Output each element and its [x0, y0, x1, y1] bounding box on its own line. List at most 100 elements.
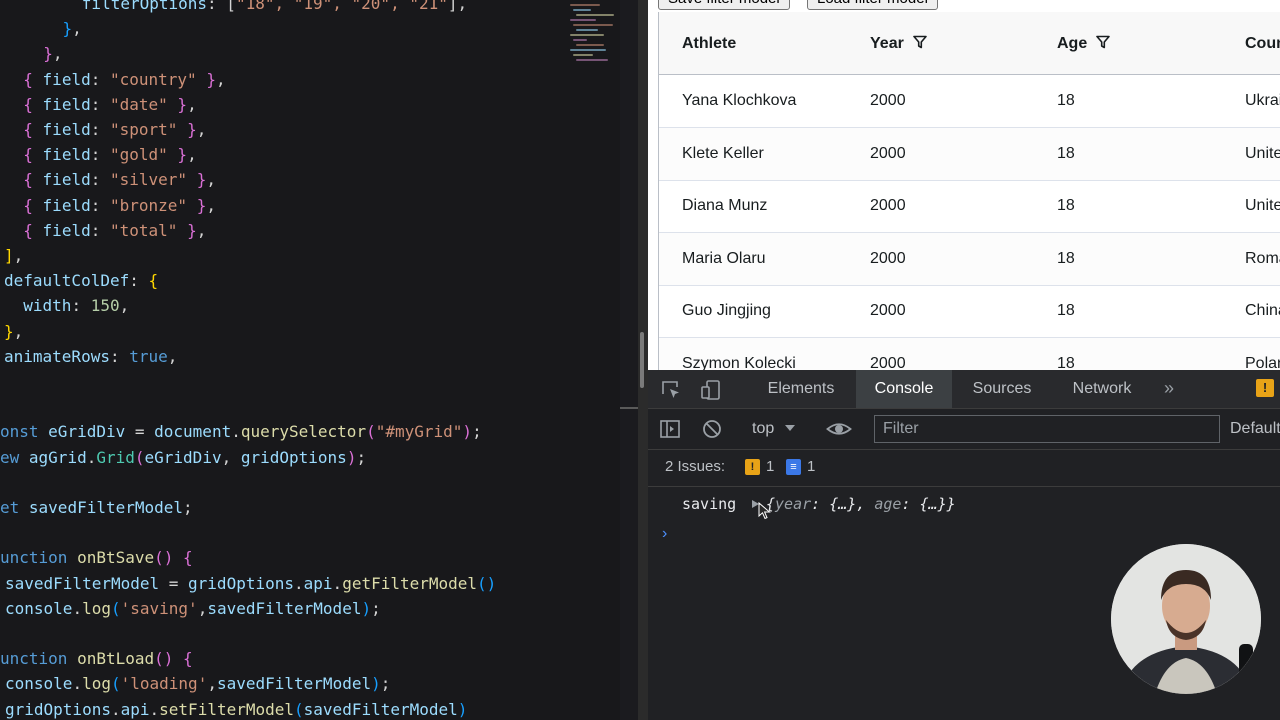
table-row[interactable]: Diana Munz 2000 18 United States [659, 180, 1280, 233]
code-line[interactable]: }, [24, 16, 82, 41]
code-token: "sport" [109, 120, 178, 139]
save-filter-model-button[interactable]: Save filter model [658, 0, 790, 10]
minimap[interactable] [566, 0, 620, 64]
code-line[interactable]: { field: "country" }, [4, 67, 225, 92]
filter-icon[interactable] [1096, 35, 1111, 49]
table-cell: 2000 [870, 197, 906, 214]
code-token: , [207, 674, 217, 694]
code-line[interactable]: ew agGrid.Grid(eGridDiv, gridOptions); [0, 445, 366, 470]
code-token: api [120, 699, 150, 719]
code-line[interactable]: { field: "silver" }, [4, 167, 216, 192]
console-toolbar: top Filter Default levels [648, 409, 1280, 450]
code-token: ( [134, 447, 145, 467]
code-token: savedFilterModel [216, 674, 372, 694]
issues-bar[interactable]: 2 Issues: ! 1 ≡ 1 [648, 450, 1280, 487]
code-line[interactable]: console.log('loading',savedFilterModel); [5, 671, 390, 696]
table-cell: Szymon Kolecki [682, 354, 796, 371]
header-label: Country [1245, 35, 1280, 52]
table-row[interactable]: Maria Olaru 2000 18 Romania [659, 232, 1280, 286]
more-tabs-icon[interactable]: » [1164, 370, 1174, 408]
code-line[interactable]: savedFilterModel = gridOptions.api.getFi… [5, 571, 496, 596]
code-token: field [42, 94, 91, 114]
code-line[interactable]: { field: "date" }, [4, 92, 196, 117]
presenter-avatar [1111, 544, 1261, 694]
code-token: "gold" [109, 145, 168, 165]
header-country[interactable]: Country [1245, 12, 1280, 74]
code-token: = [125, 422, 155, 442]
code-line[interactable]: { field: "sport" }, [4, 117, 206, 142]
header-athlete[interactable]: Athlete [682, 12, 736, 74]
console-log-entry: saving {year: {…}, age: {…}} [648, 487, 1280, 521]
code-line[interactable]: onst eGridDiv = document.querySelector("… [0, 419, 482, 444]
code-token: savedFilterModel [303, 699, 458, 719]
prompt-chevron-icon: › [662, 525, 668, 542]
warning-icon[interactable]: ! [1256, 379, 1274, 397]
code-line[interactable]: unction onBtLoad() { [0, 646, 193, 671]
info-issue-icon: ≡ [786, 459, 801, 475]
code-token: } [187, 220, 197, 240]
sidebar-toggle-icon[interactable] [659, 418, 681, 440]
clear-console-icon[interactable] [701, 418, 723, 440]
code-line[interactable]: console.log('saving',savedFilterModel); [5, 596, 381, 621]
code-line[interactable]: { field: "bronze" }, [4, 193, 216, 218]
code-line[interactable]: width: 150, [4, 293, 129, 318]
code-token: . [294, 573, 304, 593]
table-row[interactable]: Szymon Kolecki 2000 18 Poland [659, 337, 1280, 371]
table-row[interactable]: Guo Jingjing 2000 18 China [659, 285, 1280, 338]
code-token: () [154, 548, 184, 568]
code-token: ], [447, 0, 468, 13]
filter-icon[interactable] [913, 35, 927, 49]
code-token: { [23, 145, 33, 165]
code-token: log [82, 598, 111, 618]
table-cell: 2000 [870, 249, 906, 267]
code-line[interactable]: gridOptions.api.setFilterModel(savedFilt… [5, 697, 467, 720]
table-cell: Diana Munz [682, 197, 768, 214]
load-filter-model-button[interactable]: Load filter model [807, 0, 938, 10]
tab-console[interactable]: Console [856, 370, 952, 408]
table-row[interactable]: Yana Klochkova 2000 18 Ukraine [659, 75, 1280, 128]
code-line[interactable]: }, [4, 319, 23, 344]
code-token: , [72, 19, 82, 39]
code-token: width [23, 296, 72, 316]
code-token: : [90, 170, 110, 190]
header-age[interactable]: Age [1057, 12, 1111, 74]
code-line[interactable]: defaultColDef: { [4, 268, 158, 293]
code-token: log [82, 674, 111, 694]
editor-scrollbar[interactable] [620, 0, 638, 720]
device-toolbar-icon[interactable] [700, 379, 722, 401]
code-token: } [177, 145, 188, 165]
code-editor[interactable]: filterOptions: ["18", "19", "20", "21"],… [0, 0, 640, 720]
table-cell: 2000 [870, 302, 906, 319]
code-line[interactable]: ], [4, 243, 23, 268]
code-line[interactable]: { field: "gold" }, [4, 142, 196, 167]
code-line[interactable]: filterOptions: ["18", "19", "20", "21"], [24, 0, 467, 16]
live-expression-eye-icon[interactable] [826, 418, 852, 440]
log-object-preview[interactable]: {year: {…}, age: {…}} [766, 487, 956, 521]
tab-elements[interactable]: Elements [750, 370, 852, 408]
console-filter-input[interactable]: Filter [874, 415, 1220, 443]
code-line[interactable]: animateRows: true, [4, 344, 177, 369]
code-token: ) [361, 598, 372, 618]
table-row[interactable]: Klete Keller 2000 18 United States [659, 127, 1280, 181]
code-line[interactable]: et savedFilterModel; [0, 495, 193, 520]
code-token: console [5, 674, 73, 694]
code-line[interactable]: unction onBtSave() { [0, 545, 193, 570]
split-drag-handle[interactable] [640, 332, 644, 388]
tab-network[interactable]: Network [1054, 370, 1150, 408]
code-line[interactable]: { field: "total" }, [4, 218, 206, 243]
log-levels-dropdown[interactable]: Default levels [1230, 409, 1280, 449]
code-token: 'saving' [120, 598, 198, 618]
minimap-line [570, 19, 596, 21]
tab-sources[interactable]: Sources [956, 370, 1048, 408]
inspect-element-icon[interactable] [660, 379, 682, 401]
header-year[interactable]: Year [870, 12, 927, 74]
code-line[interactable]: }, [24, 41, 62, 66]
context-selector[interactable]: top [752, 409, 795, 449]
